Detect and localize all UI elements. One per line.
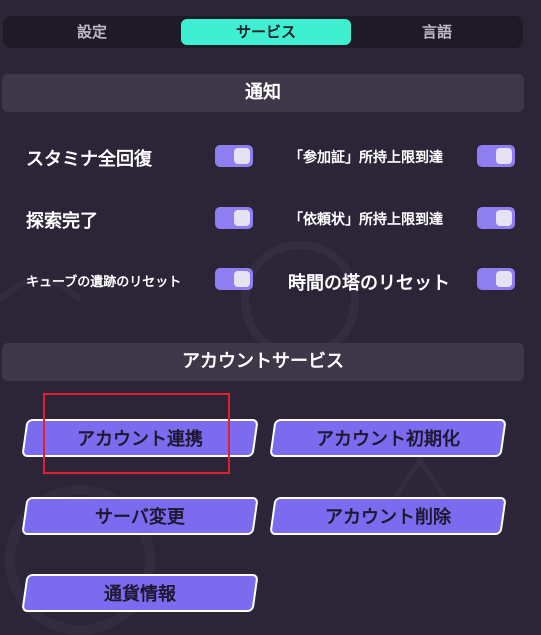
- toggle-exploration-complete[interactable]: [215, 207, 253, 229]
- toggle-knob: [234, 148, 250, 164]
- toggle-knob: [234, 210, 250, 226]
- toggle-knob: [496, 271, 512, 287]
- toggle-cube-ruins-reset[interactable]: [215, 268, 253, 290]
- toggle-time-tower-reset[interactable]: [477, 268, 515, 290]
- account-link-label: アカウント連携: [77, 429, 203, 450]
- toggle-knob: [496, 210, 512, 226]
- tab-language[interactable]: 言語: [355, 19, 519, 45]
- setting-label-pass-limit: 「参加証」所持上限到達: [289, 150, 443, 166]
- setting-label-request-limit: 「依頼状」所持上限到達: [289, 212, 443, 228]
- server-change-button[interactable]: サーバ変更: [21, 497, 259, 535]
- setting-label-cube-ruins-reset: キューブの遺跡のリセット: [26, 275, 182, 290]
- toggle-pass-limit[interactable]: [477, 145, 515, 167]
- tab-bar: 設定 サービス 言語: [3, 16, 523, 48]
- tab-settings[interactable]: 設定: [7, 19, 177, 45]
- account-reset-button[interactable]: アカウント初期化: [269, 419, 507, 457]
- tab-service[interactable]: サービス: [181, 19, 351, 45]
- currency-info-button[interactable]: 通貨情報: [21, 574, 259, 612]
- toggle-request-limit[interactable]: [477, 207, 515, 229]
- account-delete-label: アカウント削除: [325, 507, 451, 528]
- account-service-section-header: アカウントサービス: [2, 343, 524, 381]
- setting-label-stamina-full: スタミナ全回復: [26, 149, 152, 170]
- server-change-label: サーバ変更: [95, 507, 185, 528]
- toggle-knob: [234, 271, 250, 287]
- toggle-knob: [496, 148, 512, 164]
- notification-section-header: 通知: [2, 74, 524, 112]
- account-reset-label: アカウント初期化: [316, 429, 460, 450]
- account-delete-button[interactable]: アカウント削除: [269, 497, 507, 535]
- setting-label-exploration-complete: 探索完了: [26, 211, 98, 232]
- currency-info-label: 通貨情報: [104, 584, 176, 605]
- toggle-stamina-full[interactable]: [215, 145, 253, 167]
- setting-label-time-tower-reset: 時間の塔のリセット: [288, 273, 450, 294]
- account-link-button[interactable]: アカウント連携: [21, 419, 259, 457]
